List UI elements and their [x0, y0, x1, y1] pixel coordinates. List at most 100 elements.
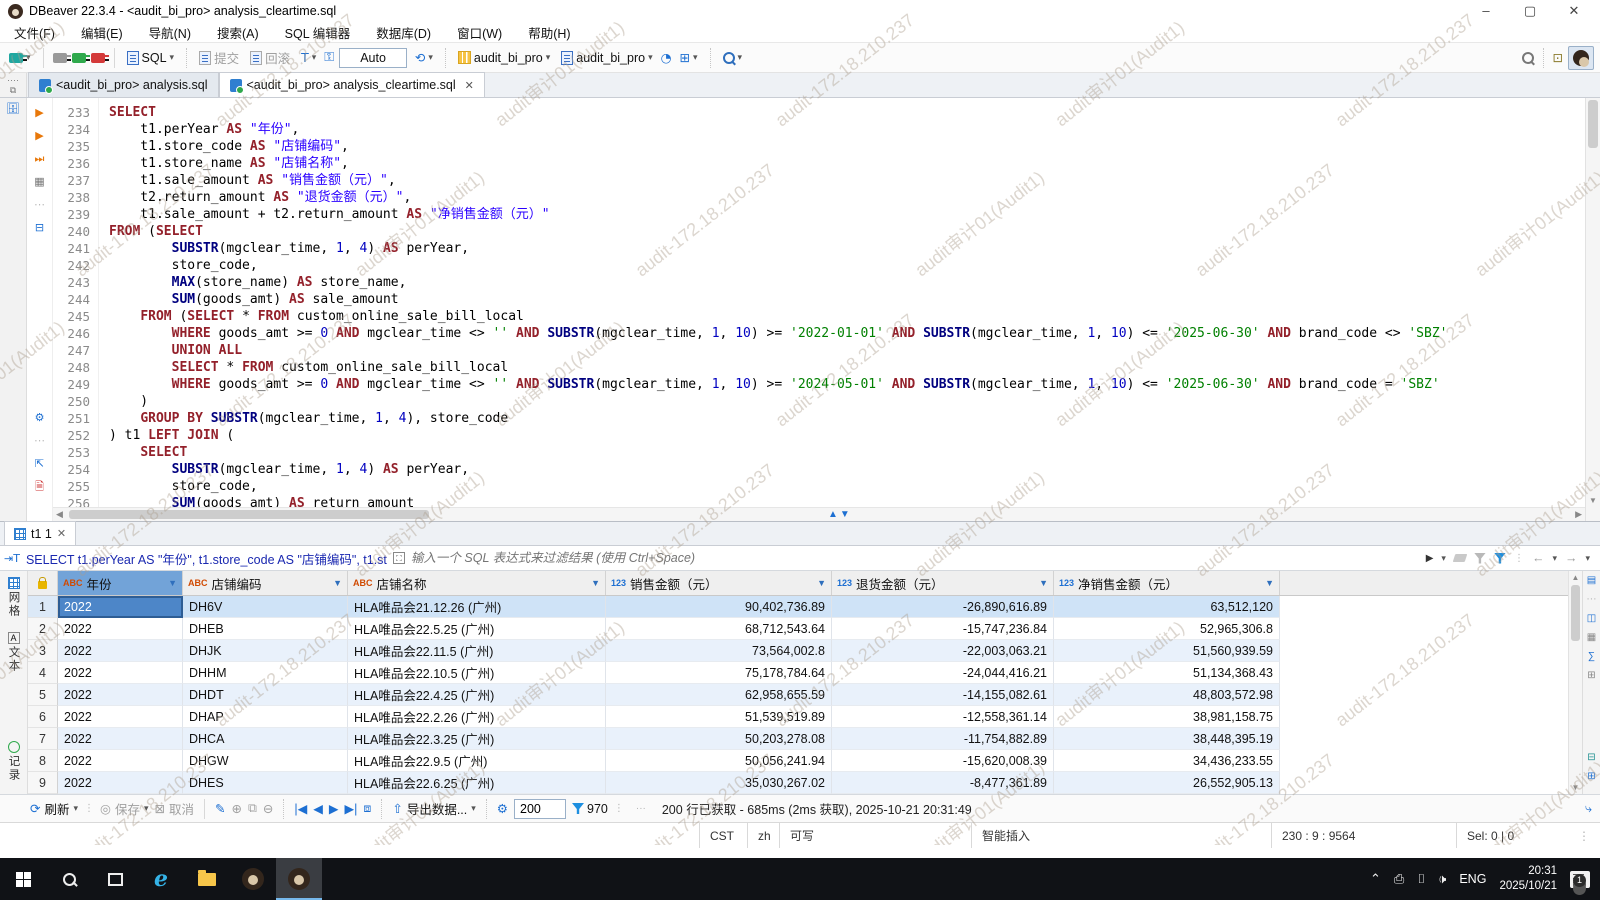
commit-button[interactable]: 提交 — [196, 46, 242, 69]
results-side-tab-2[interactable]: 记录 — [6, 741, 22, 782]
code-line-233[interactable]: SELECT — [109, 104, 1585, 121]
grid-cell[interactable]: -11,754,882.89 — [832, 728, 1054, 750]
code-line-249[interactable]: WHERE goods_amt >= 0 AND mgclear_time <>… — [109, 376, 1585, 393]
column-header-0[interactable]: ABC年份▼ — [58, 571, 183, 595]
bottom-panel-icon-1[interactable]: ⊟ — [1586, 752, 1598, 764]
close-button[interactable]: ✕ — [1552, 3, 1596, 19]
edit-cell-icon[interactable]: ✎ — [215, 801, 225, 816]
table-row[interactable]: 42022DHHMHLA唯品会22.10.5 (广州)75,178,784.64… — [28, 662, 1600, 684]
grid-cell[interactable]: 68,712,543.64 — [606, 618, 832, 640]
db-navigator-icon[interactable]: 🗄 — [6, 102, 20, 116]
taskbar-search-button[interactable] — [46, 858, 92, 900]
menu-item-7[interactable]: 帮助(H) — [528, 23, 570, 42]
scroll-down-arrow-icon[interactable]: ▼ — [1586, 496, 1600, 505]
grid-cell[interactable]: HLA唯品会22.2.26 (广州) — [348, 706, 606, 728]
code-line-248[interactable]: SELECT * FROM custom_online_sale_bill_lo… — [109, 359, 1585, 376]
more-icon[interactable]: ⋯ — [33, 434, 47, 448]
editor-tab-0[interactable]: <audit_bi_pro> analysis.sql — [28, 72, 219, 97]
grid-cell[interactable]: -14,155,082.61 — [832, 684, 1054, 706]
reconnect-icon[interactable] — [72, 53, 86, 63]
code-line-250[interactable]: ) — [109, 393, 1585, 410]
first-page-icon[interactable]: |◀ — [294, 801, 307, 816]
commit-mode-select[interactable]: Auto — [339, 48, 407, 68]
export-data-button[interactable]: ⇧导出数据...▾ — [392, 799, 475, 818]
code-line-242[interactable]: store_code, — [109, 257, 1585, 274]
grid-cell[interactable]: -22,003,063.21 — [832, 640, 1054, 662]
grid-cell[interactable]: 51,539,519.89 — [606, 706, 832, 728]
menu-item-5[interactable]: 数据库(D) — [376, 23, 431, 42]
clock[interactable]: 20:31 2025/10/21 — [1499, 864, 1557, 894]
results-tab[interactable]: t1 1 ✕ — [4, 521, 76, 545]
app-button-1[interactable] — [230, 858, 276, 900]
code-line-243[interactable]: MAX(store_name) AS store_name, — [109, 274, 1585, 291]
search-button[interactable]: ▾ — [720, 50, 746, 66]
table-row[interactable]: 92022DHESHLA唯品会22.6.25 (广州)35,030,267.02… — [28, 772, 1600, 794]
row-number[interactable]: 1 — [28, 596, 58, 618]
internet-explorer-button[interactable]: e — [138, 858, 184, 900]
tray-chevron-up-icon[interactable]: ⌃ — [1370, 871, 1381, 887]
column-header-4[interactable]: 123退货金额（元）▼ — [832, 571, 1054, 595]
sash-collapse-icons[interactable]: ▲▼ — [828, 509, 852, 520]
column-header-2[interactable]: ABC店铺名称▼ — [348, 571, 606, 595]
grid-cell[interactable]: HLA唯品会22.3.25 (广州) — [348, 728, 606, 750]
grid-cell[interactable]: 63,512,120 — [1054, 596, 1280, 618]
grid-cell[interactable]: DHJK — [183, 640, 348, 662]
connect-icon[interactable] — [53, 53, 67, 63]
grid-cell[interactable]: 2022 — [58, 596, 183, 618]
table-row[interactable]: 22022DHEBHLA唯品会22.5.25 (广州)68,712,543.64… — [28, 618, 1600, 640]
column-filter-caret-icon[interactable]: ▼ — [1265, 578, 1274, 588]
grid-cell[interactable]: -12,558,361.14 — [832, 706, 1054, 728]
volume-icon[interactable]: 🕩 — [1438, 871, 1446, 887]
database-selector[interactable]: audit_bi_pro▾ — [455, 49, 553, 67]
grid-cell[interactable]: 2022 — [58, 662, 183, 684]
editor-vertical-scrollbar[interactable]: ▼ — [1585, 98, 1600, 521]
code-line-246[interactable]: WHERE goods_amt >= 0 AND mgclear_time <>… — [109, 325, 1585, 342]
grid-cell[interactable]: DHHM — [183, 662, 348, 684]
grid-cell[interactable]: 2022 — [58, 728, 183, 750]
active-filter-icon[interactable] — [1494, 553, 1506, 564]
grid-cell[interactable]: 38,448,395.19 — [1054, 728, 1280, 750]
grid-cell[interactable]: DH6V — [183, 596, 348, 618]
grid-cell[interactable]: HLA唯品会22.4.25 (广州) — [348, 684, 606, 706]
code-line-238[interactable]: t2.return_amount AS "退货金额（元）", — [109, 189, 1585, 206]
scroll-thumb-h[interactable] — [69, 510, 429, 519]
dbeaver-perspective-button[interactable] — [1568, 46, 1594, 70]
grid-cell[interactable]: 51,134,368.43 — [1054, 662, 1280, 684]
grid-cell[interactable]: DHES — [183, 772, 348, 794]
last-page-icon[interactable]: ▶| — [345, 801, 358, 816]
execute-new-tab-icon[interactable]: ▶ — [33, 129, 47, 143]
grid-cell[interactable]: 2022 — [58, 750, 183, 772]
table-row[interactable]: 52022DHDTHLA唯品会22.4.25 (广州)62,958,655.59… — [28, 684, 1600, 706]
column-filter-caret-icon[interactable]: ▼ — [591, 578, 600, 588]
grid-cell[interactable]: 90,402,736.89 — [606, 596, 832, 618]
grid-cell[interactable]: 2022 — [58, 706, 183, 728]
grid-cell[interactable]: 75,178,784.64 — [606, 662, 832, 684]
menu-item-1[interactable]: 编辑(E) — [81, 23, 123, 42]
filter-history-caret-icon[interactable]: ▾ — [1441, 553, 1446, 564]
restore-panel-icon[interactable]: ⧉ — [10, 85, 16, 96]
tab-close-icon[interactable]: ✕ — [465, 79, 474, 92]
grid-settings-gear-icon[interactable]: ⚙ — [497, 801, 508, 816]
grid-cell[interactable]: HLA唯品会22.6.25 (广州) — [348, 772, 606, 794]
row-number[interactable]: 6 — [28, 706, 58, 728]
grid-cell[interactable]: -15,747,236.84 — [832, 618, 1054, 640]
fetch-size-input[interactable] — [514, 799, 566, 819]
output-panel-icon[interactable]: ⊟ — [33, 221, 47, 235]
filtered-rows-funnel-icon[interactable]: 970 — [572, 802, 608, 816]
nav-forward-icon[interactable]: → — [1565, 551, 1578, 565]
grid-cell[interactable]: DHDT — [183, 684, 348, 706]
column-header-1[interactable]: ABC店铺编码▼ — [183, 571, 348, 595]
code-line-234[interactable]: t1.perYear AS "年份", — [109, 121, 1585, 138]
next-page-icon[interactable]: ▶ — [329, 801, 339, 816]
perspective-icon[interactable]: ⊡ — [1553, 50, 1563, 65]
filter-settings-icon[interactable] — [1474, 553, 1486, 564]
results-tab-close-icon[interactable]: ✕ — [57, 527, 66, 540]
code-line-239[interactable]: t1.sale_amount + t2.return_amount AS "净销… — [109, 206, 1585, 223]
row-number[interactable]: 2 — [28, 618, 58, 640]
log-file-icon[interactable]: 🗎 — [33, 480, 47, 494]
row-number[interactable]: 3 — [28, 640, 58, 662]
grid-cell[interactable]: 2022 — [58, 772, 183, 794]
grid-cell[interactable]: HLA唯品会22.5.25 (广州) — [348, 618, 606, 640]
table-row[interactable]: 82022DHGWHLA唯品会22.9.5 (广州)50,056,241.94-… — [28, 750, 1600, 772]
save-button[interactable]: ◎保存▾ — [100, 799, 148, 818]
